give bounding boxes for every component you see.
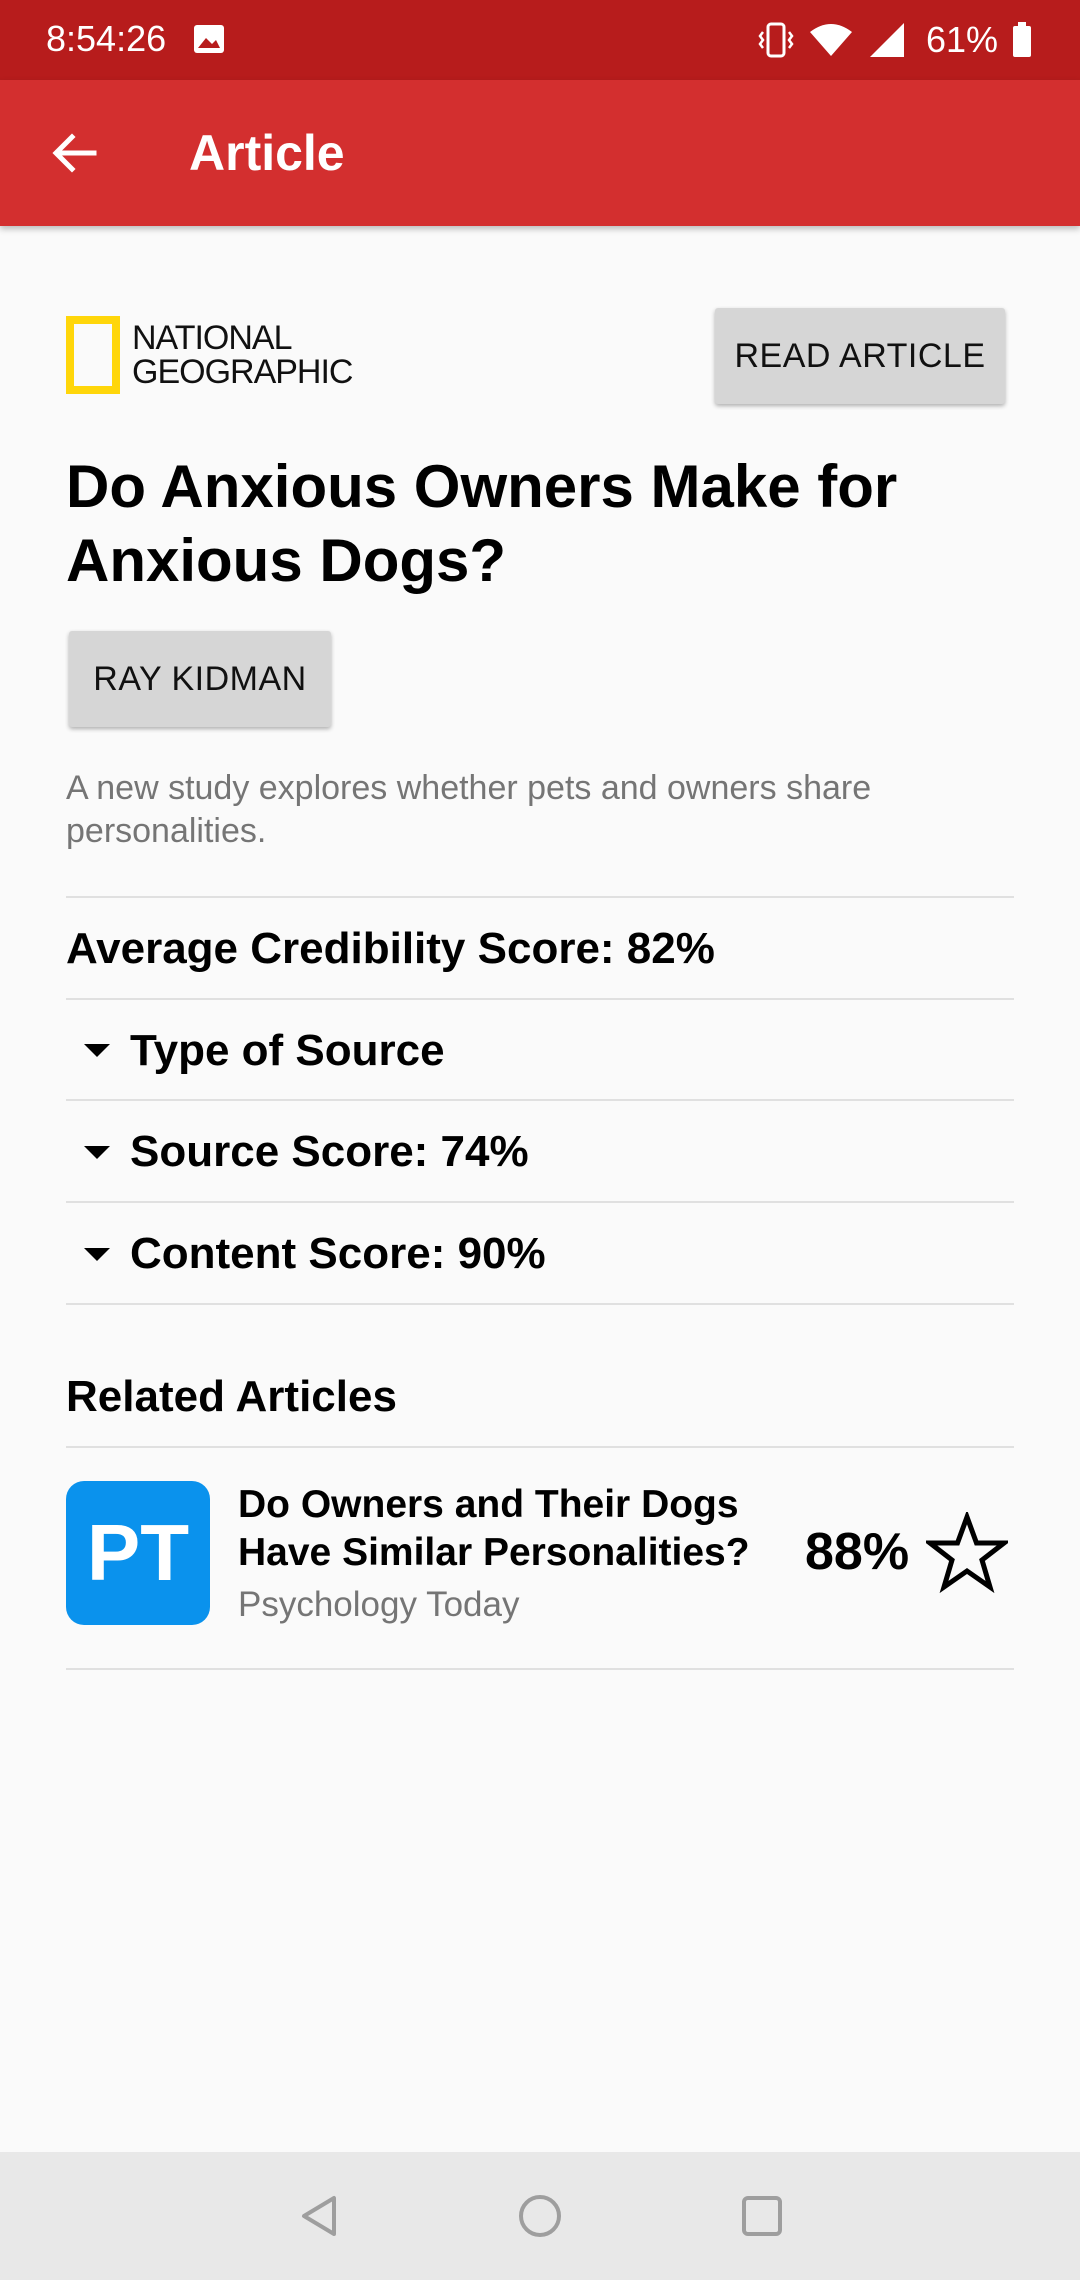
type-of-source-label: Type of Source bbox=[130, 1026, 445, 1075]
divider bbox=[66, 1201, 1014, 1203]
average-credibility-score: Average Credibility Score: 82% bbox=[66, 924, 715, 973]
source-score-label: Source Score: 74% bbox=[130, 1127, 529, 1176]
article-description: A new study explores whether pets and ow… bbox=[66, 769, 872, 850]
nav-home-icon[interactable] bbox=[516, 2192, 564, 2240]
system-nav-bar bbox=[0, 2152, 1080, 2280]
related-article-source: Psychology Today bbox=[238, 1585, 520, 1624]
cell-signal-icon bbox=[869, 23, 904, 57]
related-article-score: 88% bbox=[805, 1523, 910, 1581]
content-score-label: Content Score: 90% bbox=[130, 1229, 546, 1278]
divider bbox=[66, 896, 1014, 898]
caret-down-icon bbox=[84, 1248, 110, 1261]
back-arrow-icon[interactable] bbox=[46, 125, 102, 181]
page-title: Article bbox=[189, 125, 345, 181]
divider bbox=[66, 1446, 1014, 1448]
status-bar: 8:54:26 61% bbox=[0, 0, 1080, 80]
divider bbox=[66, 1303, 1014, 1305]
wifi-icon bbox=[809, 24, 852, 56]
vibrate-icon bbox=[758, 22, 794, 58]
nav-recents-icon[interactable] bbox=[738, 2192, 786, 2240]
publisher-logo-line2: GEOGRAPHIC bbox=[132, 353, 353, 391]
battery-icon bbox=[1013, 22, 1031, 57]
publisher-logo-text: NATIONAL GEOGRAPHIC bbox=[132, 319, 353, 391]
publisher-logo: NATIONAL GEOGRAPHIC bbox=[66, 316, 353, 394]
publisher-logo-line1: NATIONAL bbox=[132, 319, 293, 357]
divider bbox=[66, 998, 1014, 1000]
natgeo-frame-icon bbox=[66, 316, 120, 394]
caret-down-icon bbox=[84, 1146, 110, 1159]
status-time: 8:54:26 bbox=[46, 18, 167, 59]
article-headline: Do Anxious Owners Make for Anxious Dogs? bbox=[66, 453, 898, 594]
related-article-headline: Do Owners and Their Dogs Have Similar Pe… bbox=[238, 1483, 750, 1574]
battery-percent: 61% bbox=[925, 19, 998, 60]
read-article-button[interactable]: READ ARTICLE bbox=[715, 308, 1005, 404]
related-articles-heading: Related Articles bbox=[66, 1372, 397, 1421]
app-bar: Article bbox=[0, 80, 1080, 226]
star-outline-icon[interactable] bbox=[926, 1512, 1008, 1594]
status-icons: 61% bbox=[758, 16, 1032, 64]
divider bbox=[66, 1099, 1014, 1101]
divider bbox=[66, 1668, 1014, 1670]
caret-down-icon bbox=[84, 1044, 110, 1057]
psychology-today-icon: PT bbox=[66, 1481, 210, 1625]
image-notification-icon bbox=[194, 25, 224, 53]
nav-back-icon[interactable] bbox=[296, 2192, 344, 2240]
author-button[interactable]: RAY KIDMAN bbox=[69, 631, 331, 727]
